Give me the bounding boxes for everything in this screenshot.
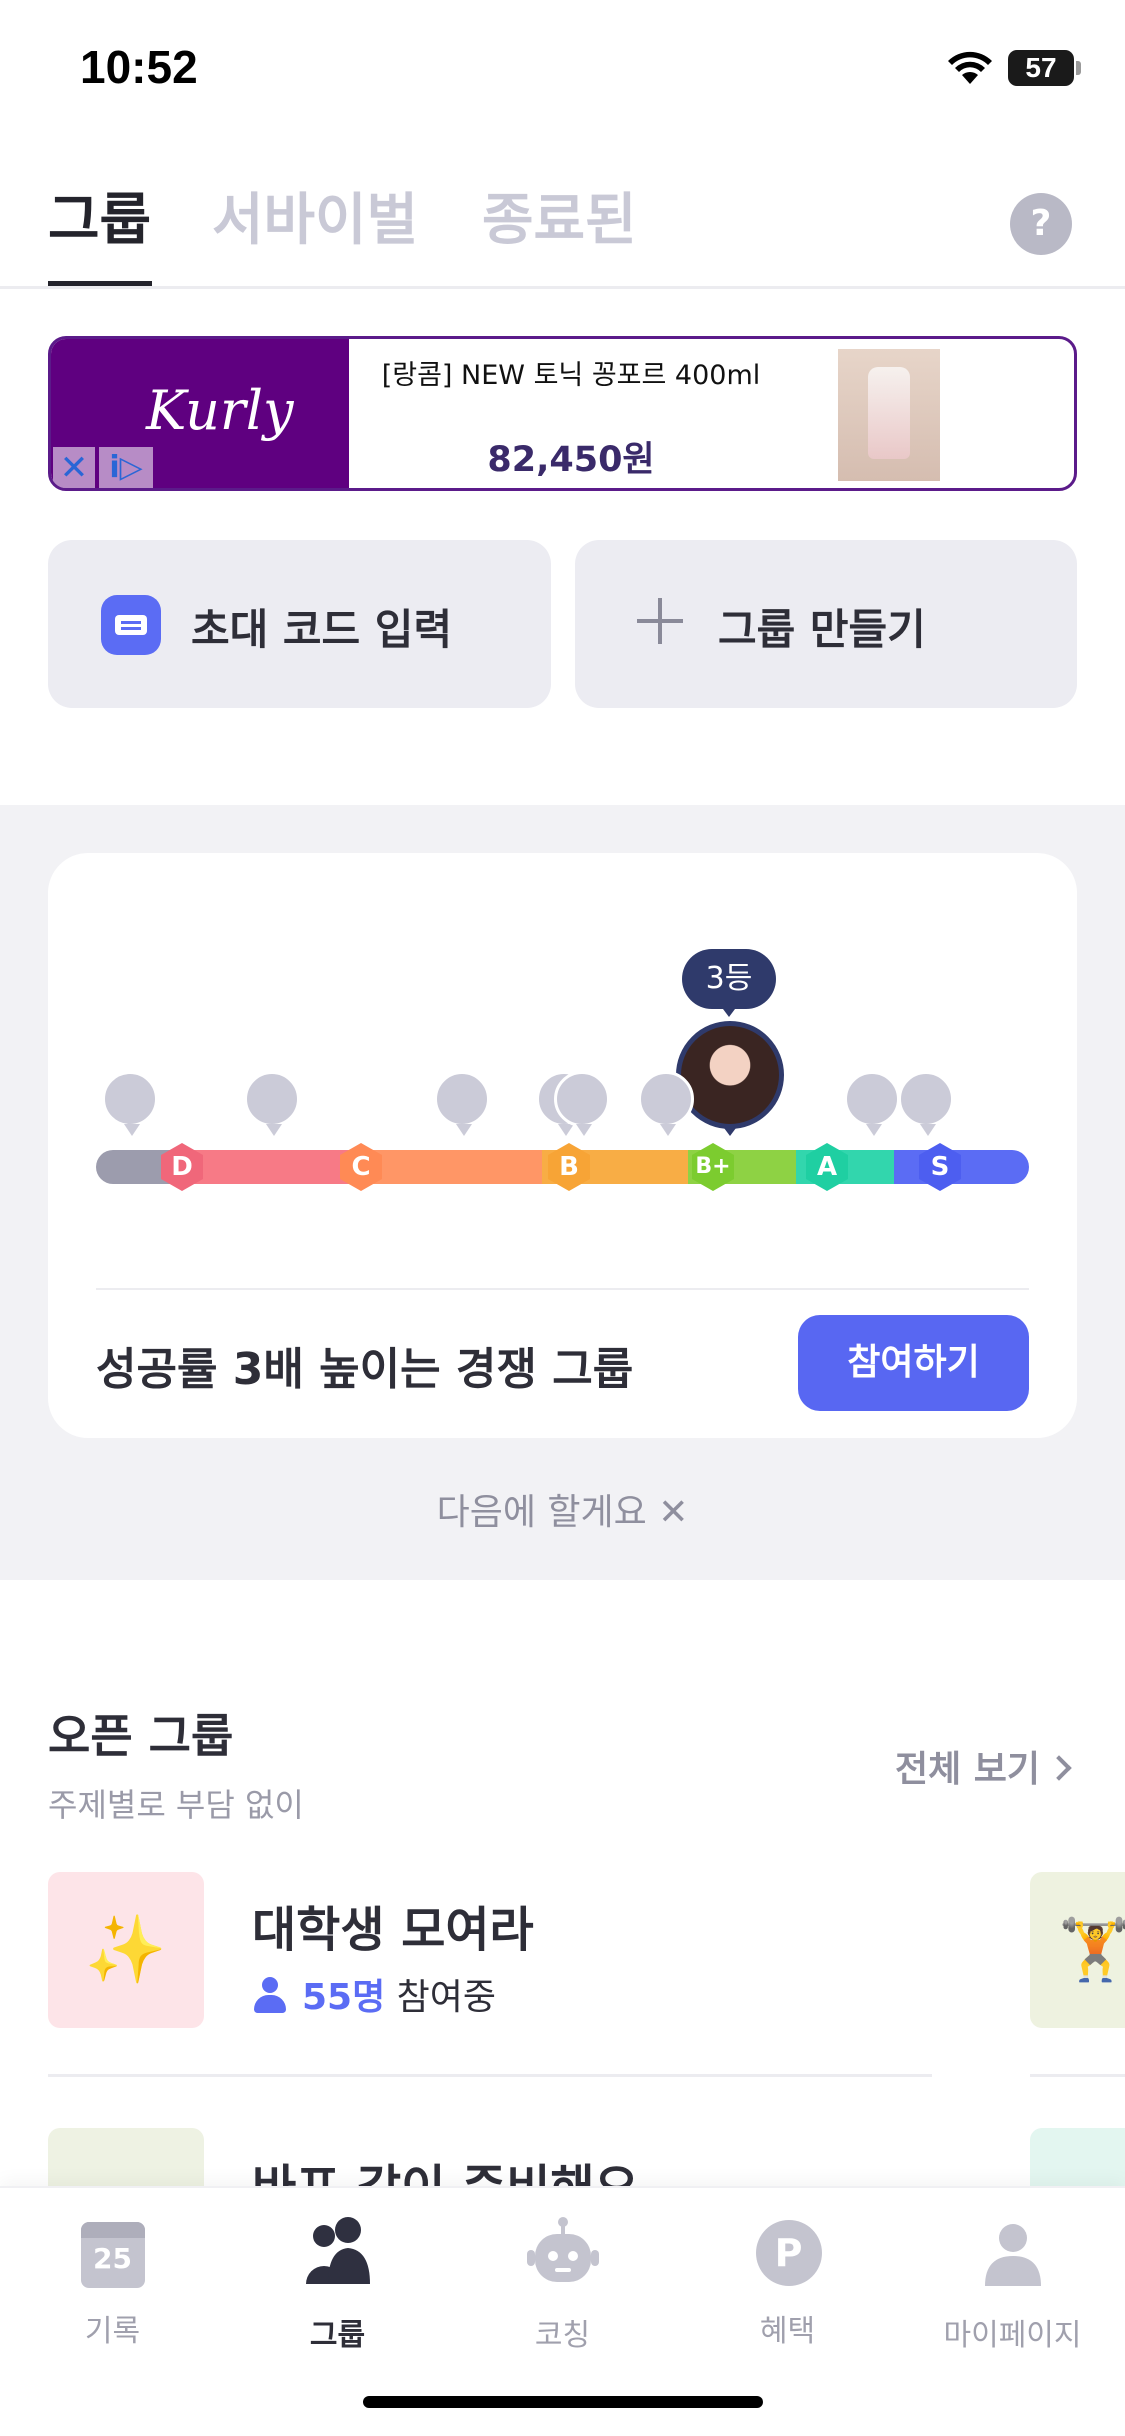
help-button[interactable]: ? bbox=[1010, 193, 1072, 255]
open-groups-title: 오픈 그룹 bbox=[48, 1709, 234, 1763]
promo-divider bbox=[96, 1288, 1029, 1290]
battery-nub bbox=[1076, 61, 1081, 75]
point-glyph: P bbox=[755, 2220, 822, 2286]
tab-bar: 그룹 서바이벌 종료된 bbox=[48, 175, 1078, 287]
nav-item-group[interactable]: 그룹 bbox=[225, 2216, 450, 2354]
participant-suffix: 참여중 bbox=[385, 1977, 497, 2018]
wifi-icon bbox=[948, 51, 992, 84]
home-indicator bbox=[363, 2396, 763, 2408]
avatar-pointer bbox=[721, 1124, 739, 1136]
rank-badge: 3등 bbox=[682, 949, 776, 1009]
nav-item-record[interactable]: 25 기록 bbox=[0, 2216, 225, 2350]
nav-item-mypage[interactable]: 마이페이지 bbox=[900, 2216, 1125, 2354]
row-divider bbox=[1030, 2074, 1125, 2077]
nav-label: 코칭 bbox=[534, 2318, 591, 2353]
member-pin bbox=[102, 1071, 158, 1136]
tab-group-label: 그룹 bbox=[48, 188, 152, 253]
group-thumbnail[interactable]: ✨ bbox=[48, 1872, 204, 2028]
competition-promo-card: 3등 D C B B+ A S 성공률 3배 높이는 경쟁 그룹 참여하기 bbox=[48, 853, 1077, 1438]
nav-item-coaching[interactable]: 코칭 bbox=[450, 2216, 675, 2354]
member-pin bbox=[638, 1071, 694, 1136]
create-group-label: 그룹 만들기 bbox=[718, 605, 926, 654]
promo-headline: 성공률 3배 높이는 경쟁 그룹 bbox=[96, 1344, 634, 1395]
tab-ended[interactable]: 종료된 bbox=[482, 175, 637, 287]
nav-label: 마이페이지 bbox=[943, 2318, 1082, 2353]
nav-label: 혜택 bbox=[759, 2314, 816, 2349]
point-icon: P bbox=[750, 2216, 826, 2292]
row-divider bbox=[48, 2074, 932, 2077]
ad-price: 82,450원 bbox=[487, 440, 655, 480]
member-pin bbox=[898, 1071, 954, 1136]
user-avatar bbox=[676, 1021, 784, 1129]
invite-code-label: 초대 코드 입력 bbox=[191, 605, 453, 654]
calendar-icon: 25 bbox=[75, 2216, 151, 2292]
calendar-day: 25 bbox=[80, 2222, 145, 2288]
status-time: 10:52 bbox=[80, 41, 198, 93]
ad-brand-panel: Kurly ✕ i▷ bbox=[51, 339, 349, 488]
plus-icon bbox=[637, 598, 683, 644]
group-name[interactable]: 바프 같이 준비해요 bbox=[252, 2148, 639, 2186]
tab-group[interactable]: 그룹 bbox=[48, 175, 152, 287]
ad-bottle bbox=[868, 367, 910, 459]
tabs-divider bbox=[0, 286, 1125, 289]
ad-close-icon[interactable]: ✕ bbox=[53, 447, 95, 488]
ad-product-image bbox=[838, 349, 940, 481]
group-participant-count: 55명 참여중 bbox=[252, 1968, 496, 2020]
member-pin bbox=[434, 1071, 490, 1136]
group-thumbnail[interactable] bbox=[48, 2128, 204, 2186]
status-bar: 10:52 57 bbox=[0, 0, 1125, 140]
member-pin bbox=[554, 1071, 610, 1136]
see-all-label: 전체 보기 bbox=[895, 1749, 1041, 1790]
grade-bar-segment-s bbox=[894, 1150, 1029, 1184]
person-icon bbox=[252, 1977, 288, 2013]
profile-icon bbox=[984, 2224, 1041, 2286]
rank-badge-tail bbox=[720, 1005, 738, 1017]
ad-title: [랑콤] NEW 토닉 꽁포르 400ml bbox=[381, 360, 761, 391]
robot-icon bbox=[526, 2217, 599, 2282]
group-thumbnail-side[interactable] bbox=[1030, 2128, 1125, 2186]
participant-number: 55명 bbox=[302, 1977, 386, 2018]
see-all-link[interactable]: 전체 보기 bbox=[895, 1740, 1072, 1792]
member-pin bbox=[844, 1071, 900, 1136]
group-name[interactable]: 대학생 모여라 bbox=[252, 1890, 534, 1960]
dismiss-promo-button[interactable]: 다음에 할게요 ✕ bbox=[0, 1483, 1125, 1535]
ad-info-icon[interactable]: i▷ bbox=[99, 447, 153, 488]
nav-item-benefits[interactable]: P 혜택 bbox=[675, 2216, 900, 2350]
ad-brand-logo: Kurly bbox=[146, 379, 294, 442]
chevron-right-icon bbox=[1046, 1755, 1072, 1781]
nav-label: 그룹 bbox=[309, 2318, 366, 2353]
group-thumbnail-side[interactable]: 🏋 bbox=[1030, 1872, 1125, 2028]
nav-label: 기록 bbox=[84, 2314, 141, 2349]
invite-code-button[interactable]: 초대 코드 입력 bbox=[48, 540, 551, 708]
envelope-icon bbox=[101, 595, 161, 655]
tab-survival[interactable]: 서바이벌 bbox=[212, 175, 418, 287]
create-group-button[interactable]: 그룹 만들기 bbox=[575, 540, 1077, 708]
group-icon bbox=[305, 2217, 370, 2284]
ad-banner[interactable]: Kurly ✕ i▷ [랑콤] NEW 토닉 꽁포르 400ml 82,450원 bbox=[48, 336, 1077, 491]
open-groups-subtitle: 주제별로 부담 없이 bbox=[48, 1786, 304, 1824]
competition-promo-section: 3등 D C B B+ A S 성공률 3배 높이는 경쟁 그룹 참여하기 다음… bbox=[0, 805, 1125, 1580]
join-button[interactable]: 참여하기 bbox=[798, 1315, 1029, 1411]
member-pin bbox=[244, 1071, 300, 1136]
battery-icon: 57 bbox=[1008, 50, 1074, 86]
